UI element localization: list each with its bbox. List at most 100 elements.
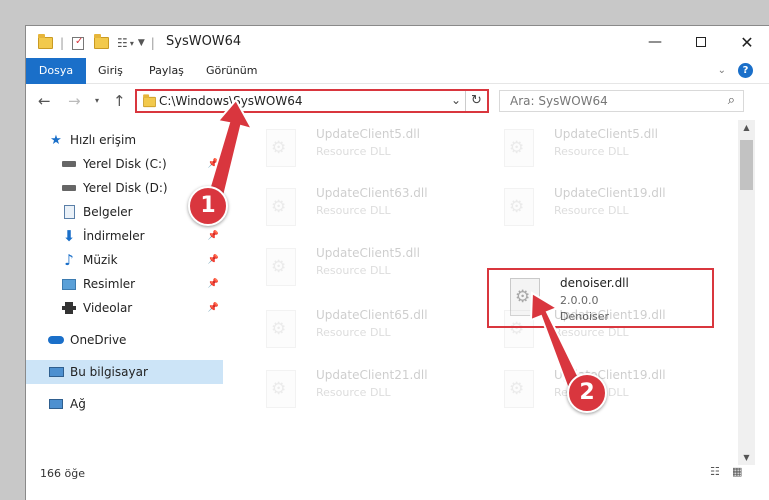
address-bar[interactable]: C:\Windows\SysWOW64 ⌄ ↻ <box>135 89 489 113</box>
file-name: UpdateClient5.dll <box>316 246 420 260</box>
file-tile[interactable]: UpdateClient5.dll Resource DLL <box>246 242 466 300</box>
file-tile[interactable]: UpdateClient19.dll Resource DLL <box>484 182 704 240</box>
sidebar-item-label: OneDrive <box>70 333 127 347</box>
file-description: Resource DLL <box>316 145 391 158</box>
file-description: Resource DLL <box>316 326 391 339</box>
file-tile[interactable]: UpdateClient65.dll Resource DLL <box>246 304 466 362</box>
step-1-badge: 1 <box>188 186 228 226</box>
document-icon <box>61 204 77 220</box>
forward-arrow-icon[interactable]: → <box>68 92 81 110</box>
cloud-icon <box>48 332 64 348</box>
sidebar-item-videos[interactable]: Videolar 📌 <box>26 296 223 320</box>
dll-file-icon <box>266 188 296 226</box>
dll-file-icon <box>504 188 534 226</box>
quick-access-toolbar: | ✓ ☷ ▾ ▼ | <box>38 34 155 51</box>
customize-toolbar-icon[interactable]: ▾ <box>130 39 134 48</box>
file-name: UpdateClient63.dll <box>316 186 428 200</box>
dll-file-icon <box>266 370 296 408</box>
back-arrow-icon[interactable]: ← <box>38 92 51 110</box>
file-list: UpdateClient5.dll Resource DLL UpdateCli… <box>226 120 736 465</box>
search-icon[interactable]: ⌕ <box>728 93 735 108</box>
file-name: UpdateClient21.dll <box>316 368 428 382</box>
toolbar-separator: | <box>150 36 155 50</box>
file-tile[interactable]: UpdateClient21.dll Resource DLL <box>246 364 466 422</box>
video-icon <box>61 300 77 316</box>
file-tile[interactable]: UpdateClient5.dll Resource DLL <box>246 123 466 181</box>
up-arrow-icon[interactable]: ↑ <box>113 92 126 110</box>
pin-icon[interactable]: 📌 <box>208 303 219 313</box>
vertical-scrollbar[interactable]: ▲ ▼ <box>738 120 755 465</box>
sidebar-item-local-disk-c[interactable]: Yerel Disk (C:) 📌 <box>26 152 223 176</box>
file-name: UpdateClient5.dll <box>554 127 658 141</box>
navigation-bar: ← → ▾ ↑ C:\Windows\SysWOW64 ⌄ ↻ Ara: Sys… <box>26 84 769 120</box>
music-icon: ♪ <box>64 251 74 269</box>
toolbar-separator: | <box>60 36 65 50</box>
pin-icon[interactable]: 📌 <box>208 231 219 241</box>
file-tile[interactable]: UpdateClient5.dll Resource DLL <box>484 123 704 181</box>
sidebar-item-label: İndirmeler <box>83 229 145 243</box>
sidebar-item-quick-access[interactable]: ★ Hızlı erişim <box>26 128 223 152</box>
pin-icon[interactable]: 📌 <box>208 255 219 265</box>
ribbon-controls: ⌄ ? <box>718 63 753 78</box>
search-box[interactable]: Ara: SysWOW64 ⌕ <box>499 90 744 112</box>
tab-view[interactable]: Görünüm <box>206 58 257 84</box>
ribbon-tabs: Dosya Giriş Paylaş Görünüm ⌄ ? <box>26 58 769 84</box>
denoiser-highlight-box <box>487 268 714 328</box>
status-bar: 166 öğe ☷ ▦ <box>26 465 769 500</box>
scroll-up-icon[interactable]: ▲ <box>738 123 755 132</box>
dll-file-icon <box>266 248 296 286</box>
item-count: 166 öğe <box>40 467 85 480</box>
pictures-icon <box>61 276 77 292</box>
maximize-button[interactable] <box>678 26 724 58</box>
title-bar: | ✓ ☷ ▾ ▼ | SysWOW64 — ✕ <box>26 26 769 58</box>
network-icon <box>48 396 64 412</box>
pin-icon[interactable]: 📌 <box>208 279 219 289</box>
drive-icon <box>61 156 77 172</box>
sidebar-item-label: Bu bilgisayar <box>70 365 148 379</box>
drive-icon <box>61 180 77 196</box>
dll-file-icon <box>504 129 534 167</box>
view-options-icon[interactable]: ☷ <box>117 36 128 50</box>
sidebar-item-this-pc[interactable]: Bu bilgisayar <box>26 360 223 384</box>
search-placeholder: Ara: SysWOW64 <box>510 94 608 108</box>
sidebar-item-network[interactable]: Ağ <box>26 392 223 416</box>
file-description: Resource DLL <box>554 145 629 158</box>
file-name: UpdateClient19.dll <box>554 186 666 200</box>
pin-icon[interactable]: 📌 <box>208 159 219 169</box>
sidebar-item-onedrive[interactable]: OneDrive <box>26 328 223 352</box>
tab-home[interactable]: Giriş <box>98 58 123 84</box>
details-view-icon[interactable]: ☷ <box>710 465 720 478</box>
recent-locations-icon[interactable]: ▾ <box>95 96 99 105</box>
help-icon[interactable]: ? <box>738 63 753 78</box>
address-dropdown-icon[interactable]: ⌄ <box>451 93 461 107</box>
sidebar-item-label: Yerel Disk (D:) <box>83 181 168 195</box>
folder-icon <box>38 34 53 49</box>
window-title: SysWOW64 <box>166 34 242 49</box>
close-button[interactable]: ✕ <box>724 26 769 58</box>
scrollbar-thumb[interactable] <box>740 140 753 190</box>
tab-file[interactable]: Dosya <box>26 58 86 84</box>
chevron-down-icon[interactable]: ▼ <box>138 38 145 48</box>
sidebar-item-label: Yerel Disk (C:) <box>83 157 167 171</box>
explorer-window: | ✓ ☷ ▾ ▼ | SysWOW64 — ✕ Dosya Giriş Pay… <box>25 25 769 500</box>
minimize-button[interactable]: — <box>632 26 678 58</box>
file-description: Resource DLL <box>316 204 391 217</box>
large-icons-view-icon[interactable]: ▦ <box>732 465 742 478</box>
refresh-icon[interactable]: ↻ <box>465 91 487 111</box>
star-icon: ★ <box>50 132 62 148</box>
sidebar-item-downloads[interactable]: ⬇ İndirmeler 📌 <box>26 224 223 248</box>
scroll-down-icon[interactable]: ▼ <box>738 453 755 462</box>
step-2-badge: 2 <box>567 373 607 413</box>
tab-share[interactable]: Paylaş <box>149 58 184 84</box>
file-description: Resource DLL <box>316 386 391 399</box>
new-folder-icon[interactable] <box>94 34 110 49</box>
expand-ribbon-icon[interactable]: ⌄ <box>718 65 726 76</box>
sidebar-item-pictures[interactable]: Resimler 📌 <box>26 272 223 296</box>
computer-icon <box>48 364 64 380</box>
properties-icon[interactable]: ✓ <box>72 36 85 50</box>
file-tile[interactable]: UpdateClient63.dll Resource DLL <box>246 182 466 240</box>
sidebar-item-music[interactable]: ♪ Müzik 📌 <box>26 248 223 272</box>
folder-icon <box>143 94 156 108</box>
dll-file-icon <box>504 370 534 408</box>
file-name: UpdateClient5.dll <box>316 127 420 141</box>
